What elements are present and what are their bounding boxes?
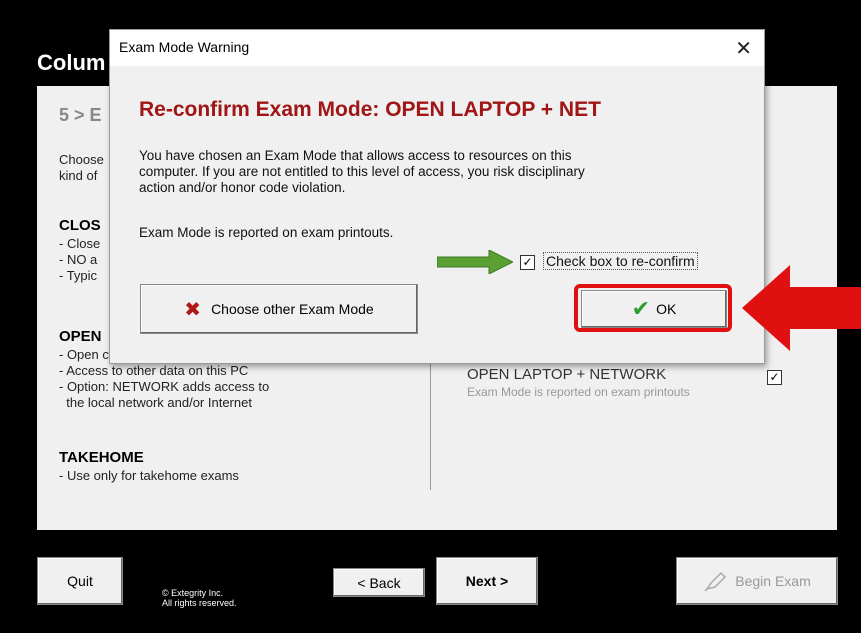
pen-icon	[704, 571, 727, 592]
section-line: - Use only for takehome exams	[59, 468, 239, 483]
section-takehome: TAKEHOME - Use only for takehome exams	[59, 450, 239, 484]
begin-exam-label: Begin Exam	[735, 573, 811, 589]
choose-other-label: Choose other Exam Mode	[211, 301, 374, 317]
dialog-title: Exam Mode Warning	[119, 39, 250, 55]
dialog-body: You have chosen an Exam Mode that allows…	[139, 148, 719, 196]
section-line: the local network and/or Internet	[59, 395, 252, 410]
step-title: 5 > E	[59, 105, 102, 125]
divider	[430, 356, 431, 490]
exam-mode-warning-dialog: Exam Mode Warning ✕ Re-confirm Exam Mode…	[109, 29, 765, 364]
dialog-body-line: You have chosen an Exam Mode that allows…	[139, 148, 572, 163]
window-title: Colum	[37, 50, 106, 75]
begin-exam-button[interactable]: Begin Exam	[676, 557, 838, 605]
section-heading: TAKEHOME	[59, 449, 144, 466]
quit-button[interactable]: Quit	[37, 557, 123, 605]
green-arrow-icon	[437, 250, 513, 274]
option-checkbox[interactable]: ✓	[767, 370, 782, 385]
ok-highlight-frame	[574, 284, 732, 332]
confirm-checkbox[interactable]: ✓	[520, 255, 535, 270]
confirm-checkbox-label[interactable]: Check box to re-confirm	[543, 252, 698, 270]
dialog-body-line: action and/or honor code violation.	[139, 180, 346, 195]
dialog-body-line: computer. If you are not entitled to thi…	[139, 164, 585, 179]
copyright: © Extegrity Inc. All rights reserved.	[162, 588, 237, 608]
section-line: - Option: NETWORK adds access to	[59, 379, 270, 394]
option-label: OPEN LAPTOP + NETWORK	[467, 366, 667, 383]
back-label: < Back	[357, 574, 401, 591]
close-icon[interactable]: ✕	[735, 36, 752, 61]
next-label: Next >	[465, 573, 509, 589]
copyright-line: © Extegrity Inc.	[162, 588, 224, 598]
option-open-laptop-network[interactable]: OPEN LAPTOP + NETWORK Exam Mode is repor…	[467, 366, 782, 399]
next-button[interactable]: Next >	[436, 557, 538, 605]
quit-label: Quit	[67, 573, 93, 589]
back-button[interactable]: < Back	[333, 568, 425, 597]
dialog-titlebar: Exam Mode Warning ✕	[110, 30, 764, 66]
dialog-note: Exam Mode is reported on exam printouts.	[139, 225, 394, 240]
dialog-heading: Re-confirm Exam Mode: OPEN LAPTOP + NET	[139, 98, 601, 121]
choose-other-mode-button[interactable]: ✖ Choose other Exam Mode	[140, 284, 418, 334]
red-arrow-icon	[742, 265, 861, 351]
copyright-line: All rights reserved.	[162, 598, 237, 608]
section-line: - Access to other data on this PC	[59, 363, 249, 378]
option-sub: Exam Mode is reported on exam printouts	[467, 385, 690, 399]
x-icon: ✖	[184, 298, 202, 321]
